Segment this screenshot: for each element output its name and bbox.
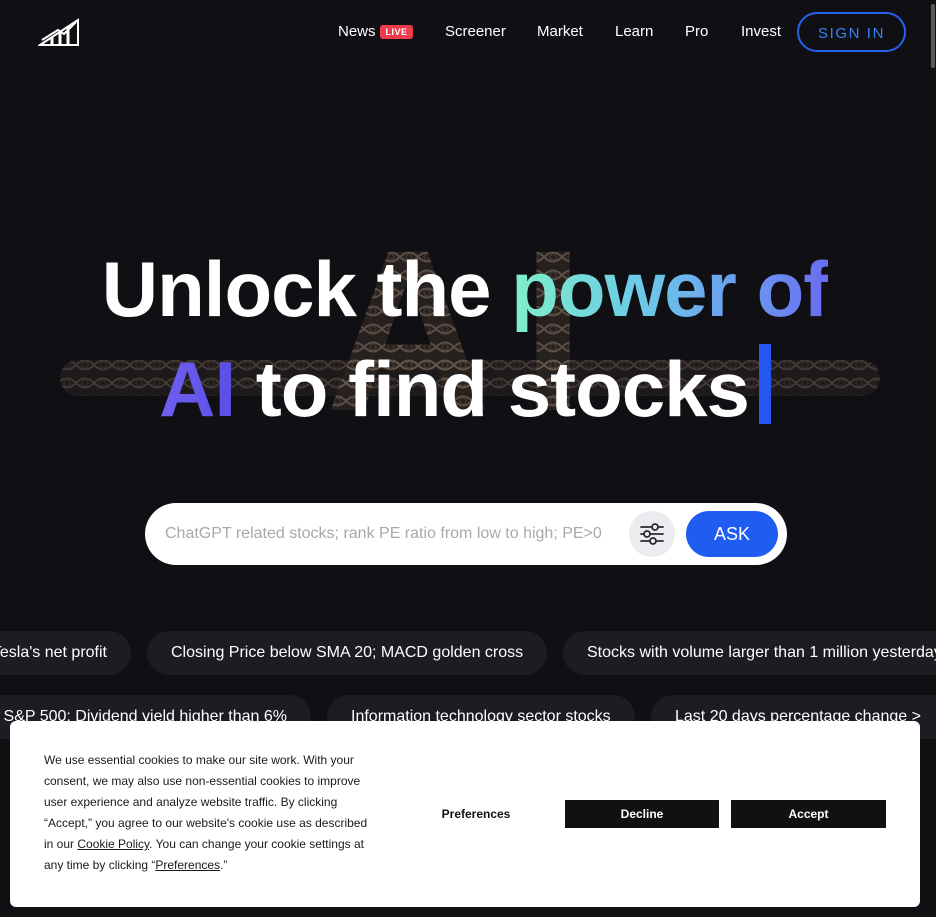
hero-heading-line-2: AI to find stocks xyxy=(0,344,930,434)
cookie-preferences-button[interactable]: Preferences xyxy=(420,800,532,828)
filter-sliders-icon xyxy=(640,523,664,545)
search-input[interactable] xyxy=(165,517,615,551)
page-scrollbar[interactable] xyxy=(930,0,936,917)
hero-heading-line-1: Unlock the power of xyxy=(0,244,930,334)
top-header: News LIVE Screener Market Learn Pro Inve… xyxy=(0,0,930,64)
cookie-consent-text: We use essential cookies to make our sit… xyxy=(44,750,374,876)
cookie-accept-button[interactable]: Accept xyxy=(731,800,886,828)
filter-button[interactable] xyxy=(629,511,675,557)
suggestion-chip[interactable]: Stocks with volume larger than 1 million… xyxy=(563,631,936,675)
cookie-policy-link[interactable]: Cookie Policy xyxy=(77,837,149,851)
logo-chart-icon[interactable] xyxy=(38,18,80,46)
nav-pro[interactable]: Pro xyxy=(685,23,708,40)
typing-cursor xyxy=(758,344,771,424)
live-badge: LIVE xyxy=(380,25,413,39)
nav-news[interactable]: News xyxy=(338,23,376,40)
hero-text-find-stocks: to find stocks xyxy=(235,345,750,433)
scrollbar-thumb[interactable] xyxy=(931,4,935,68)
nav-invest[interactable]: Invest xyxy=(741,23,781,40)
preferences-link[interactable]: Preferences xyxy=(155,858,220,872)
hero-text-power-of: power of xyxy=(511,245,829,333)
suggestion-chip-label: Tesla's net profit xyxy=(0,644,107,661)
ask-button[interactable]: ASK xyxy=(686,511,778,557)
nav-learn[interactable]: Learn xyxy=(615,23,653,40)
sign-in-button[interactable]: SIGN IN xyxy=(797,12,906,52)
suggestion-chip[interactable]: Tesla's net profit xyxy=(0,631,131,675)
hero-text-ai: AI xyxy=(159,345,236,433)
suggestion-chip[interactable]: Closing Price below SMA 20; MACD golden … xyxy=(147,631,547,675)
cookie-decline-button[interactable]: Decline xyxy=(565,800,719,828)
hero-text-unlock: Unlock the xyxy=(101,245,512,333)
suggestion-chip-label: Closing Price below SMA 20; MACD golden … xyxy=(171,644,524,661)
nav-screener[interactable]: Screener xyxy=(445,23,506,40)
ai-search-bar: ASK xyxy=(145,503,787,565)
nav-market[interactable]: Market xyxy=(537,23,583,40)
cookie-text-part: .” xyxy=(220,858,228,872)
suggestion-chip-label: Stocks with volume larger than 1 million… xyxy=(587,644,936,661)
cookie-consent-banner: We use essential cookies to make our sit… xyxy=(10,721,920,907)
